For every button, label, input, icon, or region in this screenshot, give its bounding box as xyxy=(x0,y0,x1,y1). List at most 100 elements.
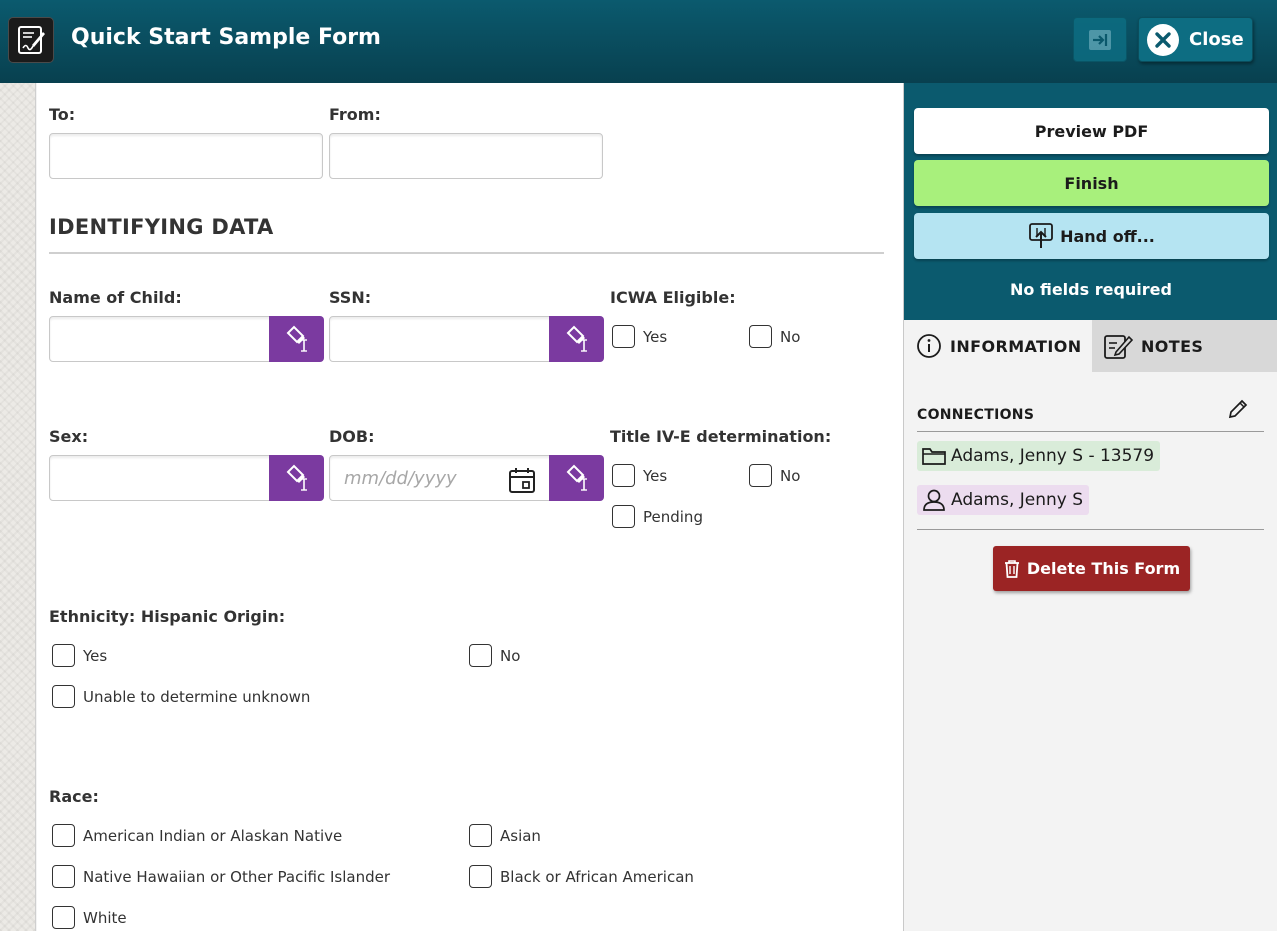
checkbox[interactable] xyxy=(612,325,635,348)
connections-heading: CONNECTIONS xyxy=(917,407,1035,423)
checkbox[interactable] xyxy=(749,464,772,487)
pen-fill-icon xyxy=(566,325,587,352)
option-label: Unable to determine unknown xyxy=(83,687,311,706)
info-icon xyxy=(917,334,941,358)
option-label: Black or African American xyxy=(500,867,694,886)
tab-information[interactable]: INFORMATION xyxy=(904,320,1092,372)
option-label: No xyxy=(780,466,801,485)
fill-name-button[interactable] xyxy=(269,316,324,362)
panel-collapse-icon xyxy=(1089,29,1111,50)
form-app-icon xyxy=(8,17,54,63)
finish-button[interactable]: Finish xyxy=(914,160,1269,206)
connections-divider xyxy=(917,431,1264,432)
checkbox[interactable] xyxy=(52,824,75,847)
option-label: Pending xyxy=(643,507,703,526)
delete-form-button[interactable]: Delete This Form xyxy=(993,546,1190,591)
app-header: Quick Start Sample Form Close xyxy=(0,0,1277,83)
actions-area: Preview PDF Finish Hand off... No fields… xyxy=(904,83,1277,320)
close-icon xyxy=(1147,23,1179,56)
option-label: No xyxy=(780,327,801,346)
icwa-label: ICWA Eligible: xyxy=(610,288,736,307)
from-label: From: xyxy=(329,105,381,124)
checkbox[interactable] xyxy=(612,464,635,487)
option-label: Native Hawaiian or Other Pacific Islande… xyxy=(83,867,391,886)
ethnicity-no-checkbox[interactable]: No xyxy=(469,644,520,667)
calendar-icon[interactable] xyxy=(508,466,536,494)
from-input[interactable] xyxy=(329,133,603,179)
section-divider xyxy=(49,252,884,254)
person-connection-label: Adams, Jenny S xyxy=(951,490,1084,510)
background-texture xyxy=(0,83,36,931)
name-of-child-label: Name of Child: xyxy=(49,288,182,307)
option-label: Asian xyxy=(500,826,541,845)
option-label: No xyxy=(500,646,521,665)
ethnicity-label: Ethnicity: Hispanic Origin: xyxy=(49,607,286,626)
dob-placeholder: mm/dd/yyyy xyxy=(344,468,457,489)
checkbox[interactable] xyxy=(612,505,635,528)
edit-pencil-icon[interactable] xyxy=(1226,399,1248,421)
checkbox[interactable] xyxy=(52,685,75,708)
case-connection-chip[interactable]: Adams, Jenny S - 13579 xyxy=(917,441,1161,471)
close-label: Close xyxy=(1189,29,1244,50)
case-connection-label: Adams, Jenny S - 13579 xyxy=(951,446,1155,466)
delete-form-label: Delete This Form xyxy=(1026,559,1181,578)
checkbox[interactable] xyxy=(469,865,492,888)
required-fields-status: No fields required xyxy=(1010,280,1172,299)
race-american-indian-checkbox[interactable]: American Indian or Alaskan Native xyxy=(52,824,342,847)
icwa-yes-checkbox[interactable]: Yes xyxy=(612,325,667,348)
hand-off-button[interactable]: Hand off... xyxy=(914,213,1269,259)
collapse-panel-button[interactable] xyxy=(1073,17,1127,62)
form-panel: To: From: IDENTIFYING DATA Name of Child… xyxy=(37,83,903,931)
race-asian-checkbox[interactable]: Asian xyxy=(469,824,541,847)
to-input[interactable] xyxy=(49,133,323,179)
hand-off-icon xyxy=(1029,223,1053,248)
tab-label: NOTES xyxy=(1141,336,1204,356)
ethnicity-unknown-checkbox[interactable]: Unable to determine unknown xyxy=(52,685,310,708)
fill-dob-button[interactable] xyxy=(549,455,604,501)
option-label: Yes xyxy=(643,466,668,485)
fill-sex-button[interactable] xyxy=(269,455,324,501)
section-title: IDENTIFYING DATA xyxy=(49,215,274,239)
to-label: To: xyxy=(49,105,76,124)
race-label: Race: xyxy=(49,787,99,806)
person-icon xyxy=(923,489,945,511)
ssn-label: SSN: xyxy=(329,288,372,307)
checkbox[interactable] xyxy=(469,644,492,667)
title-ive-pending-checkbox[interactable]: Pending xyxy=(612,505,703,528)
notes-icon xyxy=(1104,335,1133,359)
fill-ssn-button[interactable] xyxy=(549,316,604,362)
title-ive-no-checkbox[interactable]: No xyxy=(749,464,800,487)
title-ive-yes-checkbox[interactable]: Yes xyxy=(612,464,667,487)
race-black-checkbox[interactable]: Black or African American xyxy=(469,865,694,888)
preview-pdf-button[interactable]: Preview PDF xyxy=(914,108,1269,154)
form-title: Quick Start Sample Form xyxy=(71,25,381,50)
checkbox[interactable] xyxy=(52,906,75,929)
checkbox[interactable] xyxy=(52,644,75,667)
close-button[interactable]: Close xyxy=(1138,17,1253,62)
pen-fill-icon xyxy=(286,325,307,352)
folder-icon xyxy=(922,448,946,465)
race-pacific-islander-checkbox[interactable]: Native Hawaiian or Other Pacific Islande… xyxy=(52,865,390,888)
option-label: Yes xyxy=(83,646,108,665)
checkbox[interactable] xyxy=(52,865,75,888)
side-panel: Preview PDF Finish Hand off... No fields… xyxy=(903,83,1277,931)
race-white-checkbox[interactable]: White xyxy=(52,906,127,929)
checkbox[interactable] xyxy=(749,325,772,348)
connections-bottom-divider xyxy=(917,529,1264,530)
option-label: Yes xyxy=(643,327,668,346)
option-label: American Indian or Alaskan Native xyxy=(83,826,343,845)
ethnicity-yes-checkbox[interactable]: Yes xyxy=(52,644,107,667)
tab-notes[interactable]: NOTES xyxy=(1092,320,1277,372)
pen-fill-icon xyxy=(286,464,307,491)
title-ive-label: Title IV-E determination: xyxy=(610,427,832,446)
tab-label: INFORMATION xyxy=(950,336,1082,356)
dob-label: DOB: xyxy=(329,427,375,446)
hand-off-label: Hand off... xyxy=(1060,226,1155,246)
sex-label: Sex: xyxy=(49,427,89,446)
icwa-no-checkbox[interactable]: No xyxy=(749,325,800,348)
checkbox[interactable] xyxy=(469,824,492,847)
person-connection-chip[interactable]: Adams, Jenny S xyxy=(917,485,1090,515)
option-label: White xyxy=(83,908,127,927)
pen-fill-icon xyxy=(566,464,587,491)
trash-icon xyxy=(1004,559,1019,578)
